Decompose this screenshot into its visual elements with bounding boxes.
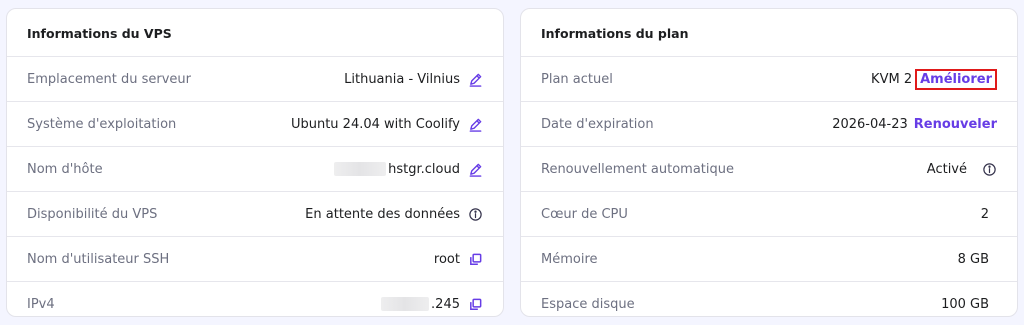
upgrade-link[interactable]: Améliorer (915, 68, 997, 90)
ssh-username-value: root (433, 251, 460, 267)
renew-link[interactable]: Renouveler (914, 117, 997, 132)
page: Informations du VPS Emplacement du serve… (0, 0, 1024, 325)
ssh-username-label: Nom d'utilisateur SSH (27, 251, 170, 267)
expiration-date-value: 2026-04-23 (832, 116, 908, 132)
plan-info-card: Informations du plan Plan actuel KVM 2 A… (520, 8, 1018, 317)
hostname-value: hstgr.cloud (388, 161, 460, 177)
copy-icon[interactable] (467, 296, 483, 312)
pencil-icon[interactable] (467, 161, 483, 177)
cpu-cores-value: 2 (980, 206, 989, 222)
os-label: Système d'exploitation (27, 116, 177, 132)
hostname-label: Nom d'hôte (27, 161, 103, 177)
disk-space-label: Espace disque (541, 296, 635, 312)
memory-row: Mémoire 8 GB (521, 236, 1017, 281)
vps-availability-value: En attente des données (305, 206, 460, 222)
current-plan-label: Plan actuel (541, 71, 613, 87)
redacted-ip-prefix (381, 297, 430, 311)
plan-info-title: Informations du plan (541, 26, 689, 41)
info-icon[interactable] (467, 206, 483, 222)
vps-info-card: Informations du VPS Emplacement du serve… (6, 8, 504, 317)
auto-renewal-value: Activé (926, 161, 967, 177)
server-location-label: Emplacement du serveur (27, 71, 191, 87)
expiration-date-row: Date d'expiration 2026-04-23 Renouveler (521, 101, 1017, 146)
server-location-value: Lithuania - Vilnius (344, 71, 460, 87)
vps-availability-row: Disponibilité du VPS En attente des donn… (7, 191, 503, 236)
ipv4-value: .245 (431, 296, 460, 312)
cpu-cores-row: Cœur de CPU 2 (521, 191, 1017, 236)
auto-renewal-label: Renouvellement automatique (541, 161, 735, 177)
copy-icon[interactable] (467, 251, 483, 267)
expiration-date-label: Date d'expiration (541, 116, 654, 132)
server-location-row: Emplacement du serveur Lithuania - Vilni… (7, 56, 503, 101)
memory-value: 8 GB (957, 251, 989, 267)
ipv4-row: IPv4 .245 (7, 281, 503, 316)
memory-label: Mémoire (541, 251, 598, 267)
vps-info-title: Informations du VPS (27, 26, 172, 41)
disk-space-row: Espace disque 100 GB (521, 281, 1017, 316)
os-row: Système d'exploitation Ubuntu 24.04 with… (7, 101, 503, 146)
redacted-hostname-prefix (334, 162, 387, 176)
current-plan-row: Plan actuel KVM 2 Améliorer (521, 56, 1017, 101)
pencil-icon[interactable] (467, 71, 483, 87)
hostname-row: Nom d'hôte hstgr.cloud (7, 146, 503, 191)
disk-space-value: 100 GB (941, 296, 989, 312)
vps-availability-label: Disponibilité du VPS (27, 206, 158, 222)
os-value: Ubuntu 24.04 with Coolify (290, 116, 460, 132)
current-plan-value: KVM 2 (871, 71, 913, 87)
ssh-username-row: Nom d'utilisateur SSH root (7, 236, 503, 281)
auto-renewal-row: Renouvellement automatique Activé (521, 146, 1017, 191)
info-icon[interactable] (981, 161, 997, 177)
ipv4-label: IPv4 (27, 296, 55, 312)
pencil-icon[interactable] (467, 116, 483, 132)
cpu-cores-label: Cœur de CPU (541, 206, 628, 222)
